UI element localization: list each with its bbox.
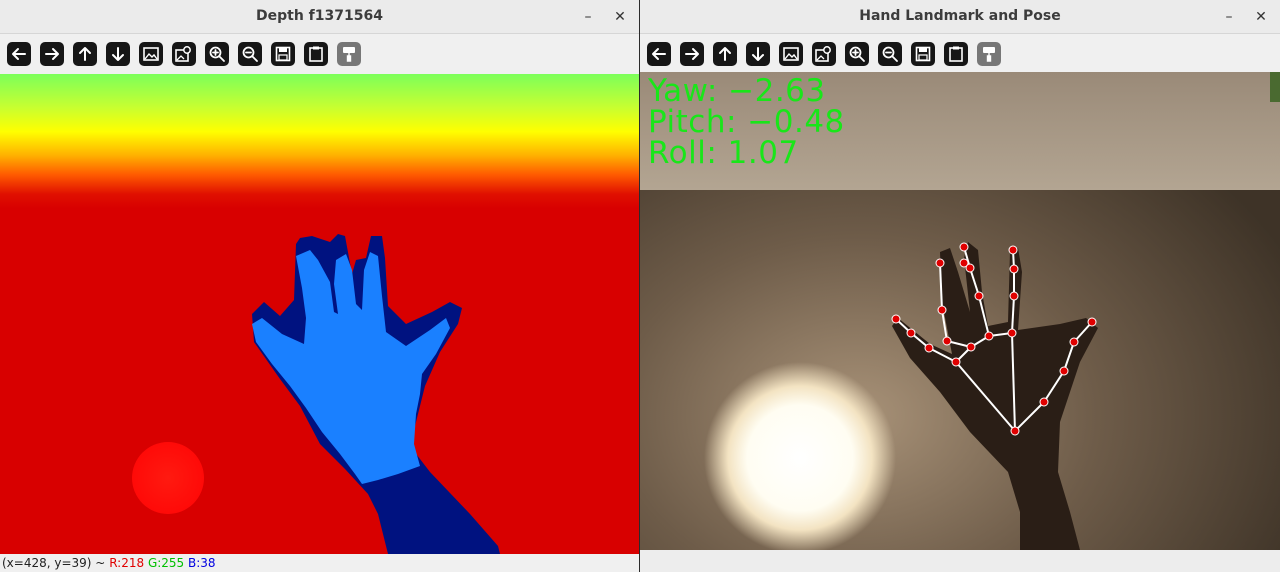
minimize-button[interactable]: – — [1218, 6, 1240, 28]
zoom-fit-button[interactable] — [779, 42, 803, 66]
landmark-point — [942, 336, 952, 346]
copy-button[interactable] — [304, 42, 328, 66]
roll-readout: Roll: 1.07 — [648, 135, 799, 171]
zoom-out-button[interactable] — [878, 42, 902, 66]
landmark-point — [924, 343, 934, 353]
landmark-point — [959, 242, 969, 252]
status-coords: (x=428, y=39) ~ — [2, 556, 106, 570]
pan-left-button[interactable] — [647, 42, 671, 66]
landmark-point — [937, 305, 947, 315]
pan-down-button[interactable] — [106, 42, 130, 66]
properties-button[interactable] — [977, 42, 1001, 66]
lamp-glare — [704, 362, 896, 554]
save-button[interactable] — [911, 42, 935, 66]
pan-up-button[interactable] — [713, 42, 737, 66]
image-zoom-icon — [175, 46, 191, 62]
landmark-point — [1010, 426, 1020, 436]
arrow-down-icon — [112, 47, 124, 61]
minimize-button[interactable]: – — [577, 6, 599, 28]
title-bar[interactable]: Hand Landmark and Pose – ✕ — [640, 0, 1280, 34]
pan-right-button[interactable] — [680, 42, 704, 66]
landmark-point — [1009, 291, 1019, 301]
zoom-out-icon — [242, 46, 258, 62]
title-bar[interactable]: Depth f1371564 – ✕ — [0, 0, 639, 34]
landmark-point — [935, 258, 945, 268]
zoom-fit-button[interactable] — [139, 42, 163, 66]
zoom-original-button[interactable] — [172, 42, 196, 66]
arrow-left-icon — [12, 48, 26, 60]
landmark-point — [984, 331, 994, 341]
landmark-point — [1059, 366, 1069, 376]
camera-image[interactable]: Yaw: −2.63 Pitch: −0.48 Roll: 1.07 — [640, 72, 1280, 554]
landmark-point — [1087, 317, 1097, 327]
zoom-out-icon — [882, 46, 898, 62]
window-title: Depth f1371564 — [256, 8, 383, 24]
close-button[interactable]: ✕ — [1250, 6, 1272, 28]
pitch-readout: Pitch: −0.48 — [648, 104, 845, 140]
clipboard-icon — [309, 46, 323, 62]
pan-up-button[interactable] — [73, 42, 97, 66]
image-icon — [143, 47, 159, 61]
zoom-in-button[interactable] — [205, 42, 229, 66]
arrow-right-icon — [45, 48, 59, 60]
image-zoom-icon — [815, 46, 831, 62]
save-button[interactable] — [271, 42, 295, 66]
depth-map-canvas — [0, 74, 639, 554]
zoom-in-icon — [209, 46, 225, 62]
toolbar — [0, 34, 639, 74]
landmark-point — [1069, 337, 1079, 347]
paint-roller-icon — [983, 47, 995, 62]
status-red-value: R:218 — [109, 556, 145, 570]
depth-window: Depth f1371564 – ✕ (x=428, y=39) ~ R:218… — [0, 0, 639, 572]
paint-roller-icon — [343, 47, 355, 62]
window-title: Hand Landmark and Pose — [859, 8, 1061, 24]
depth-blob — [132, 442, 204, 514]
landmark-point — [1008, 245, 1018, 255]
copy-button[interactable] — [944, 42, 968, 66]
image-icon — [783, 47, 799, 61]
save-icon — [275, 46, 291, 62]
status-bar: (x=428, y=39) ~ R:218 G:255 B:38 — [0, 554, 639, 572]
landmark-point — [1007, 328, 1017, 338]
hand-landmark-window: Hand Landmark and Pose – ✕ Yaw: −2.63 Pi… — [640, 0, 1280, 572]
arrow-down-icon — [752, 47, 764, 61]
status-green-value: G:255 — [147, 556, 185, 570]
landmark-point — [906, 328, 916, 338]
zoom-in-button[interactable] — [845, 42, 869, 66]
depth-image[interactable] — [0, 74, 639, 554]
arrow-up-icon — [79, 47, 91, 61]
yaw-readout: Yaw: −2.63 — [648, 73, 826, 109]
arrow-right-icon — [685, 48, 699, 60]
zoom-in-icon — [849, 46, 865, 62]
pan-right-button[interactable] — [40, 42, 64, 66]
arrow-up-icon — [719, 47, 731, 61]
zoom-out-button[interactable] — [238, 42, 262, 66]
zoom-original-button[interactable] — [812, 42, 836, 66]
arrow-left-icon — [652, 48, 666, 60]
landmark-point — [965, 263, 975, 273]
save-icon — [915, 46, 931, 62]
landmark-point — [974, 291, 984, 301]
status-bar — [640, 550, 1280, 572]
pan-left-button[interactable] — [7, 42, 31, 66]
pan-down-button[interactable] — [746, 42, 770, 66]
clipboard-icon — [949, 46, 963, 62]
toolbar — [640, 34, 1280, 74]
landmark-point — [1039, 397, 1049, 407]
landmark-point — [1009, 264, 1019, 274]
edge-foliage — [1270, 72, 1280, 102]
status-blue-value: B:38 — [188, 556, 216, 570]
close-button[interactable]: ✕ — [609, 6, 631, 28]
landmark-point — [966, 342, 976, 352]
landmark-point — [891, 314, 901, 324]
properties-button[interactable] — [337, 42, 361, 66]
landmark-point — [951, 357, 961, 367]
